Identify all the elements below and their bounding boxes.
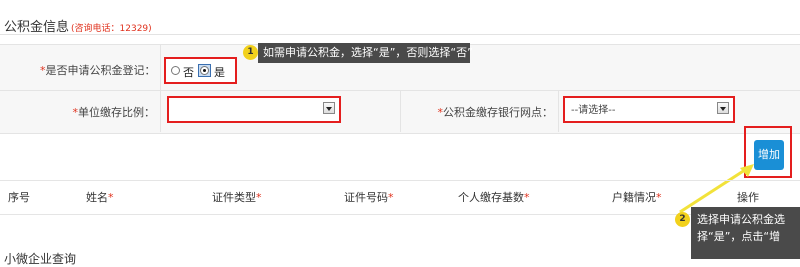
- ratio-select[interactable]: [167, 96, 341, 123]
- title-divider: [0, 34, 800, 35]
- row-divider: [400, 90, 401, 132]
- row-divider: [160, 90, 161, 132]
- th-name: 姓名*: [86, 189, 114, 205]
- tip-1-badge: 1: [243, 45, 258, 60]
- th-id-type-label: 证件类型: [212, 191, 256, 204]
- required-mark: *: [524, 191, 530, 204]
- bank-label: *公积金缴存银行网点：: [405, 104, 554, 120]
- th-id-number-label: 证件号码: [344, 191, 388, 204]
- row-divider: [558, 90, 559, 132]
- hotline-text: (咨询电话：12329): [71, 24, 152, 34]
- section-title: 公积金信息 (咨询电话：12329): [4, 16, 152, 35]
- radio-yes-label[interactable]: 是: [214, 64, 225, 80]
- chevron-down-icon[interactable]: [717, 102, 729, 114]
- th-id-type: 证件类型*: [212, 189, 262, 205]
- th-index-label: 序号: [8, 191, 30, 204]
- ratio-label-text: 单位缴存比例：: [78, 106, 155, 119]
- bank-select-inner[interactable]: --请选择--: [565, 98, 733, 121]
- th-base-label: 个人缴存基数: [458, 191, 524, 204]
- section-title-text: 公积金信息: [4, 20, 70, 35]
- th-index: 序号: [8, 189, 30, 205]
- register-radio-group: 否 是: [164, 57, 237, 84]
- required-mark: *: [656, 191, 662, 204]
- tip-2-line-1: 选择申请公积金选: [697, 213, 785, 226]
- th-name-label: 姓名: [86, 191, 108, 204]
- th-household-label: 户籍情况: [612, 191, 656, 204]
- th-actions-label: 操作: [737, 191, 759, 204]
- radio-yes-focus[interactable]: [198, 64, 211, 77]
- ratio-select-inner[interactable]: [169, 98, 339, 121]
- radio-no-label[interactable]: 否: [183, 64, 194, 80]
- tip-2-callout: 选择申请公积金选 择“是”，点击“增: [691, 207, 800, 259]
- radio-no[interactable]: [171, 66, 180, 75]
- tip-2-line-2: 择“是”，点击“增: [697, 230, 781, 243]
- bank-label-text: 公积金缴存银行网点：: [443, 106, 553, 119]
- tip-2-badge: 2: [675, 212, 690, 227]
- th-household: 户籍情况*: [612, 189, 662, 205]
- bank-select[interactable]: --请选择--: [563, 96, 735, 123]
- register-label: *是否申请公积金登记：: [40, 62, 156, 78]
- th-id-number: 证件号码*: [344, 189, 394, 205]
- th-base: 个人缴存基数*: [458, 189, 530, 205]
- register-label-text: 是否申请公积金登记：: [45, 64, 156, 77]
- th-actions: 操作: [737, 189, 759, 205]
- required-mark: *: [108, 191, 114, 204]
- required-mark: *: [388, 191, 394, 204]
- row-divider: [160, 44, 161, 90]
- table-top-border: [0, 180, 800, 181]
- radio-yes[interactable]: [200, 66, 209, 75]
- chevron-down-icon[interactable]: [323, 102, 335, 114]
- required-mark: *: [256, 191, 262, 204]
- tip-1-callout: 如需申请公积金，选择“是”，否则选择“否”: [258, 43, 473, 63]
- ratio-label: *单位缴存比例：: [40, 104, 156, 120]
- bank-select-value: --请选择--: [571, 105, 616, 116]
